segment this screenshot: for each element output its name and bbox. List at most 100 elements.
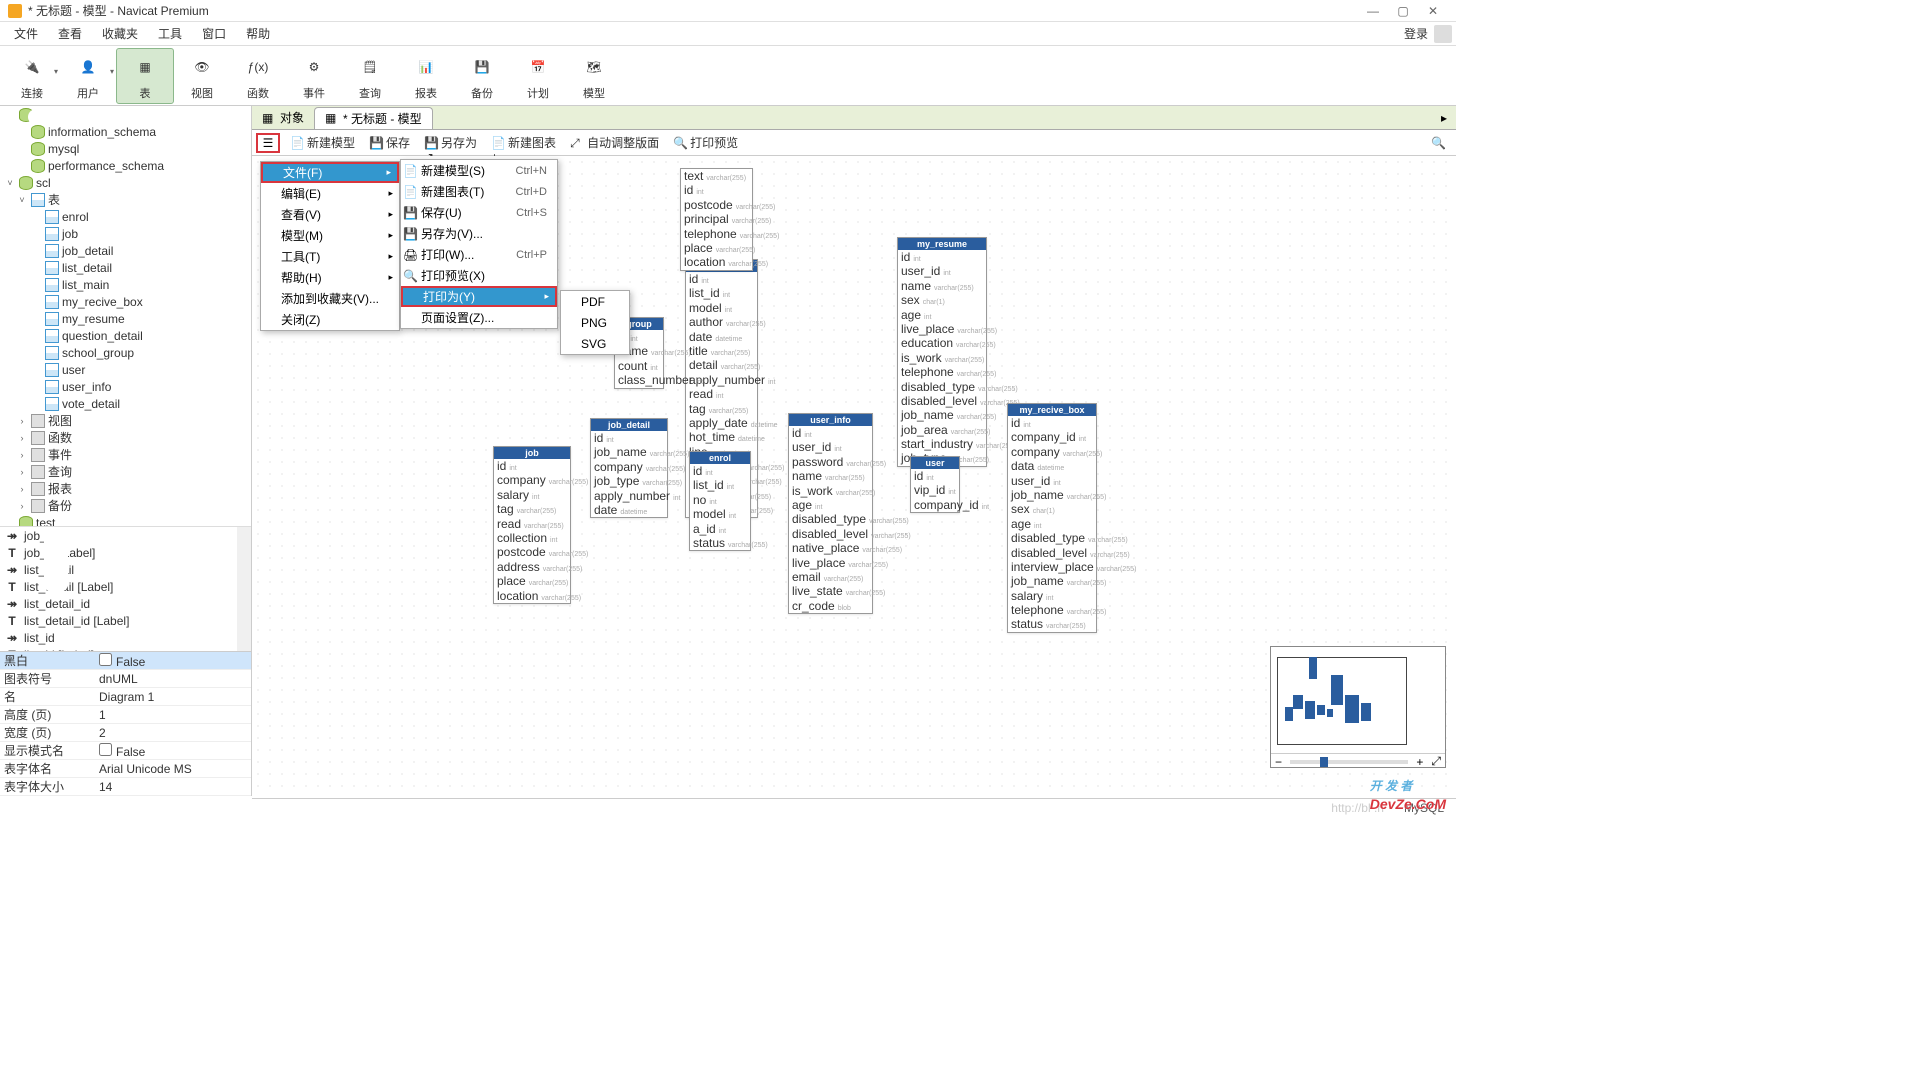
login-label[interactable]: 登录	[1398, 25, 1434, 42]
tree-node[interactable]: performance_schema	[0, 157, 251, 174]
menu-item[interactable]: SVG	[561, 333, 629, 354]
expand-toggle[interactable]: ˅	[4, 178, 16, 188]
minimap[interactable]: − + ⤢	[1270, 646, 1446, 768]
db-table-my_recive_box[interactable]: my_recive_boxidintcompany_idintcompanyva…	[1007, 403, 1097, 633]
db-table-my_resume[interactable]: my_resumeidintuser_idintnamevarchar(255)…	[897, 237, 987, 467]
menu-file[interactable]: 文件	[4, 25, 48, 42]
tree-node[interactable]: ›备份	[0, 497, 251, 514]
model-toolbar-保存[interactable]: 💾保存	[365, 132, 414, 153]
prop-val[interactable]: 1	[95, 708, 251, 722]
menu-help[interactable]: 帮助	[236, 25, 280, 42]
menu-item[interactable]: PDF	[561, 291, 629, 312]
menu-tools[interactable]: 工具	[148, 25, 192, 42]
tree-node[interactable]: ›函数	[0, 429, 251, 446]
expand-toggle[interactable]: ˅	[16, 195, 28, 205]
ribbon-表[interactable]: ▦表	[116, 48, 174, 104]
maximize-button[interactable]: ▢	[1388, 4, 1418, 18]
property-row[interactable]: 名Diagram 1	[0, 688, 251, 706]
tree-node[interactable]: school_group	[0, 344, 251, 361]
property-row[interactable]: 高度 (页)1	[0, 706, 251, 724]
menu-item[interactable]: 文件(F)▸	[261, 162, 399, 183]
menu-item[interactable]: 添加到收藏夹(V)...	[261, 288, 399, 309]
outline-item[interactable]: Tlist_detail [Label]	[0, 578, 251, 595]
menu-window[interactable]: 窗口	[192, 25, 236, 42]
tree-node[interactable]: user_info	[0, 378, 251, 395]
outline-item[interactable]: Tlist_id [Label]	[0, 646, 251, 651]
db-table-job[interactable]: jobidintcompanyvarchar(255)salaryinttagv…	[493, 446, 571, 604]
close-button[interactable]: ✕	[1418, 4, 1448, 18]
menu-item[interactable]: 💾另存为(V)...	[401, 223, 557, 244]
prop-val[interactable]: False	[95, 743, 251, 759]
property-row[interactable]: 图表符号dnUML	[0, 670, 251, 688]
tree-node[interactable]: information_schema	[0, 123, 251, 140]
tree-node[interactable]: enrol	[0, 208, 251, 225]
minimize-button[interactable]: —	[1358, 4, 1388, 18]
menu-item[interactable]: 打印为(Y)▸	[401, 286, 557, 307]
menu-item[interactable]: 模型(M)▸	[261, 225, 399, 246]
menu-item[interactable]: 🖨打印(W)...Ctrl+P	[401, 244, 557, 265]
menu-item[interactable]: PNG	[561, 312, 629, 333]
menu-item[interactable]: 查看(V)▸	[261, 204, 399, 225]
ribbon-模型[interactable]: 🗺模型	[566, 49, 622, 103]
zoom-in-button[interactable]: +	[1412, 755, 1427, 769]
zoom-slider[interactable]	[1290, 760, 1408, 764]
prop-checkbox[interactable]	[99, 653, 112, 666]
menu-item[interactable]: 编辑(E)▸	[261, 183, 399, 204]
prop-val[interactable]: Arial Unicode MS	[95, 762, 251, 776]
db-table-user_info[interactable]: user_infoidintuser_idintpasswordvarchar(…	[788, 413, 873, 614]
ribbon-计划[interactable]: 📅计划	[510, 49, 566, 103]
tree-node[interactable]: list_detail	[0, 259, 251, 276]
context-menu-main[interactable]: 文件(F)▸编辑(E)▸查看(V)▸模型(M)▸工具(T)▸帮助(H)▸添加到收…	[260, 161, 400, 331]
zoom-reset-button[interactable]: ⤢	[1427, 754, 1445, 769]
outline-scrollbar[interactable]	[237, 527, 251, 651]
model-toolbar-另存为[interactable]: 💾↗另存为	[420, 132, 481, 153]
prop-val[interactable]: 14	[95, 780, 251, 794]
expand-toggle[interactable]: ›	[16, 501, 28, 511]
property-row[interactable]: 宽度 (页)2	[0, 724, 251, 742]
prop-val[interactable]: 2	[95, 726, 251, 740]
tab[interactable]: ▦对象	[252, 107, 314, 129]
db-table-job_detail[interactable]: job_detailidintjob_namevarchar(255)compa…	[590, 418, 668, 518]
user-avatar-icon[interactable]	[1434, 25, 1452, 43]
tree-node[interactable]: my_recive_box	[0, 293, 251, 310]
model-toolbar-打印预览[interactable]: 🔍打印预览	[669, 132, 742, 153]
prop-checkbox[interactable]	[99, 743, 112, 756]
ribbon-事件[interactable]: ⚙事件	[286, 49, 342, 103]
tab[interactable]: ▦* 无标题 - 模型	[314, 107, 433, 129]
context-menu-printas[interactable]: PDFPNGSVG	[560, 290, 630, 355]
property-row[interactable]: 表字体大小14	[0, 778, 251, 796]
tab-overflow-button[interactable]: ▸	[1432, 107, 1456, 129]
property-row[interactable]: 显示模式名False	[0, 742, 251, 760]
menu-item[interactable]: 📄新建图表(T)Ctrl+D	[401, 181, 557, 202]
tree-node[interactable]: question_detail	[0, 327, 251, 344]
tree-node[interactable]: test	[0, 514, 251, 526]
context-menu-file[interactable]: 📄新建模型(S)Ctrl+N📄新建图表(T)Ctrl+D💾保存(U)Ctrl+S…	[400, 159, 558, 329]
prop-val[interactable]: dnUML	[95, 672, 251, 686]
tree-node[interactable]: my_resume	[0, 310, 251, 327]
tree-node[interactable]: ˅表	[0, 191, 251, 208]
ribbon-函数[interactable]: ƒ(x)函数	[230, 49, 286, 103]
ribbon-视图[interactable]: 👁视图	[174, 49, 230, 103]
tree-node[interactable]: ˅scl	[0, 174, 251, 191]
expand-toggle[interactable]: ›	[16, 484, 28, 494]
tree-node[interactable]: list_main	[0, 276, 251, 293]
menu-item[interactable]: 工具(T)▸	[261, 246, 399, 267]
diagram-outline[interactable]: ↠job_idTjob_id [Label]↠list_detailTlist_…	[0, 526, 251, 651]
db-table-enrol[interactable]: enrolidintlist_idintnointmodelinta_idint…	[689, 451, 751, 551]
outline-item[interactable]: ↠list_id	[0, 629, 251, 646]
zoom-out-button[interactable]: −	[1271, 755, 1286, 769]
expand-toggle[interactable]: ›	[16, 433, 28, 443]
menu-item[interactable]: 帮助(H)▸	[261, 267, 399, 288]
menu-item[interactable]: 💾保存(U)Ctrl+S	[401, 202, 557, 223]
outline-item[interactable]: Tjob_id [Label]	[0, 544, 251, 561]
tree-node[interactable]: vote_detail	[0, 395, 251, 412]
tree-node[interactable]: job_detail	[0, 242, 251, 259]
outline-item[interactable]: ↠job_id	[0, 527, 251, 544]
tree-node[interactable]: user	[0, 361, 251, 378]
expand-toggle[interactable]: ›	[16, 467, 28, 477]
model-toolbar-新建模型[interactable]: 📄新建模型	[286, 132, 359, 153]
property-row[interactable]: 黑白False	[0, 652, 251, 670]
tree-node[interactable]: ›视图	[0, 412, 251, 429]
ribbon-报表[interactable]: 📊报表	[398, 49, 454, 103]
menu-favorites[interactable]: 收藏夹	[92, 25, 148, 42]
